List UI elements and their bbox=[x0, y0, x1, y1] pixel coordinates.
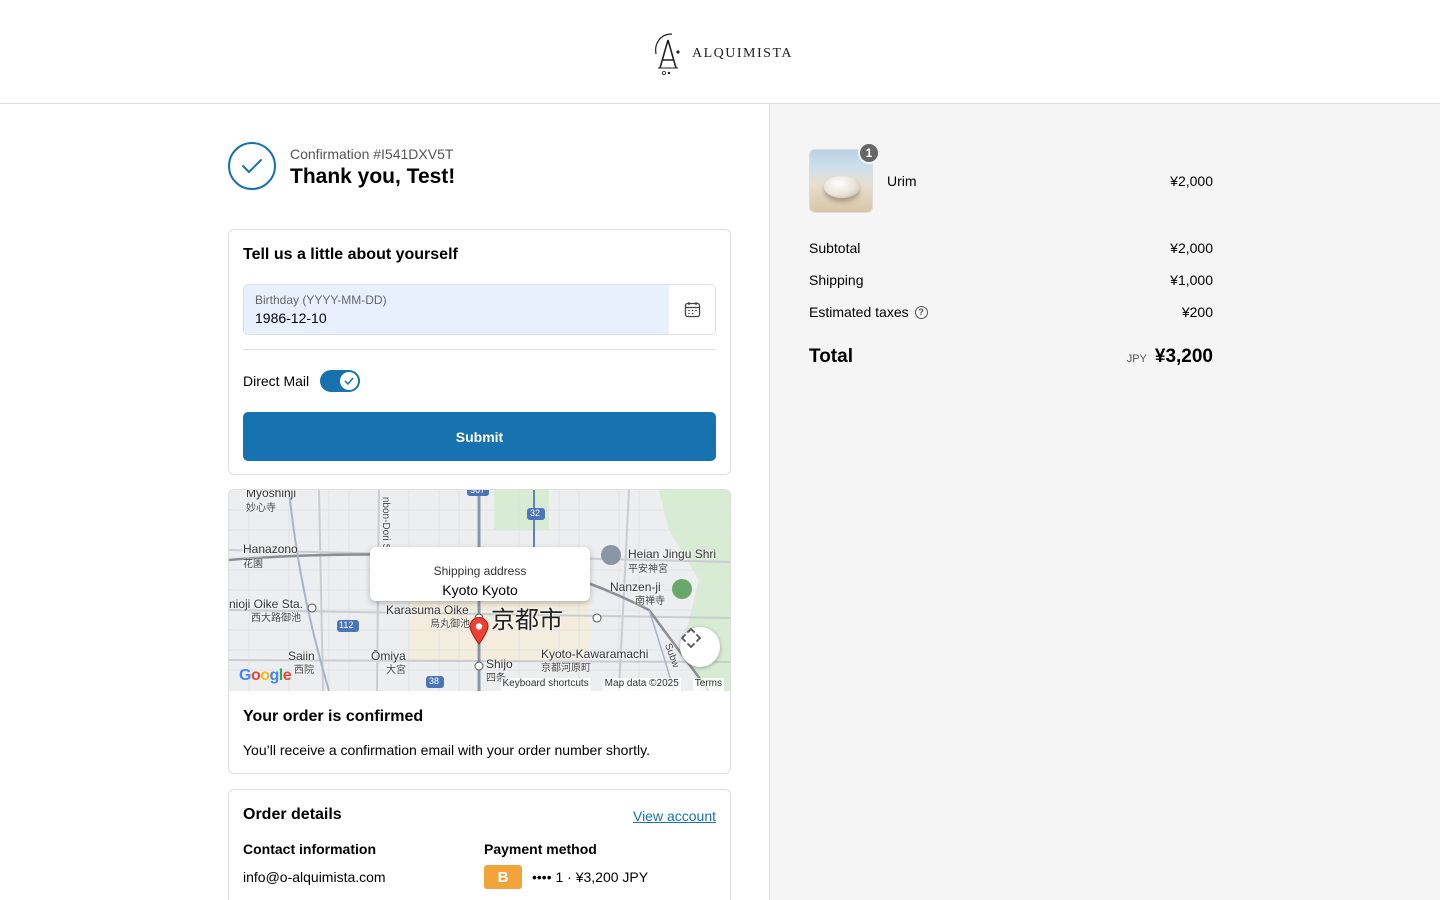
route-112: 112 bbox=[339, 620, 354, 630]
map-label-myoshinji-jp: 妙心寺 bbox=[246, 503, 276, 514]
map-label-heian-jp: 平安神宮 bbox=[628, 564, 668, 575]
route-32: 32 bbox=[530, 508, 541, 518]
order-confirmed-card: Myoshinji 妙心寺 Hanazono 花園 nioji Oike Sta… bbox=[228, 489, 731, 774]
order-confirmed-message: You’ll receive a confirmation email with… bbox=[243, 742, 650, 758]
map-label-kyoto-city: 京都市 bbox=[491, 607, 563, 634]
birthday-label: Birthday (YYYY-MM-DD) bbox=[255, 293, 387, 307]
order-summary: 1 Urim ¥2,000 Subtotal ¥2,000 Shipping ¥… bbox=[769, 104, 1440, 900]
map-data-text: Map data ©2025 bbox=[602, 678, 681, 691]
taxes-row: Estimated taxes ? ¥200 bbox=[809, 304, 1213, 320]
map-label-karasuma-jp: 烏丸御池 bbox=[430, 619, 470, 630]
terms-link[interactable]: Terms bbox=[692, 678, 724, 691]
site-header: ALQUIMISTA bbox=[0, 0, 1440, 104]
confirmation-number: Confirmation #I541DXV5T bbox=[290, 146, 454, 162]
route-367: 367 bbox=[470, 490, 486, 495]
quantity-badge: 1 bbox=[858, 142, 880, 164]
payment-brand-badge: B bbox=[484, 865, 522, 889]
brand-logo[interactable]: ALQUIMISTA bbox=[650, 30, 793, 76]
payment-details: •••• 1 · ¥3,200 JPY bbox=[532, 869, 649, 885]
map-label-nanzenji-jp: 南禅寺 bbox=[635, 596, 665, 607]
map-pin-icon[interactable] bbox=[469, 617, 489, 645]
order-details-card: Order details View account Contact infor… bbox=[228, 789, 731, 900]
divider bbox=[243, 349, 716, 350]
about-yourself-card: Tell us a little about yourself Birthday… bbox=[228, 229, 731, 475]
submit-button[interactable]: Submit bbox=[243, 412, 716, 461]
taxes-label: Estimated taxes bbox=[809, 304, 909, 320]
map-label-hanazono: Hanazono bbox=[243, 542, 298, 556]
direct-mail-toggle[interactable] bbox=[320, 370, 361, 392]
fullscreen-icon bbox=[681, 628, 701, 648]
popup-address: Kyoto Kyoto bbox=[442, 582, 518, 598]
toggle-check-icon bbox=[344, 377, 354, 385]
contact-email: info@o-alquimista.com bbox=[243, 869, 386, 885]
map-label-senbon: nbon-Dori S bbox=[380, 496, 392, 551]
order-details-title: Order details bbox=[243, 806, 342, 823]
order-confirmed-title: Your order is confirmed bbox=[243, 708, 424, 725]
product-price: ¥2,000 bbox=[1170, 173, 1213, 189]
map-label-hanazono-jp: 花園 bbox=[243, 559, 263, 570]
map-label-omiya-jp: 大宮 bbox=[386, 665, 406, 676]
map-label-saiin-jp: 西院 bbox=[294, 665, 314, 676]
birthday-input[interactable]: Birthday (YYYY-MM-DD) 1986-12-10 bbox=[244, 285, 669, 334]
subtotal-value: ¥2,000 bbox=[1170, 240, 1213, 256]
total-value: ¥3,200 bbox=[1154, 346, 1213, 367]
product-name: Urim bbox=[887, 173, 917, 189]
shipping-row: Shipping ¥1,000 bbox=[809, 272, 1213, 288]
map-label-kawaramachi-jp: 京都河原町 bbox=[541, 663, 591, 674]
calendar-button[interactable] bbox=[669, 285, 715, 334]
direct-mail-row: Direct Mail bbox=[243, 370, 361, 392]
subtotal-label: Subtotal bbox=[809, 240, 861, 256]
line-item: 1 Urim ¥2,000 bbox=[809, 142, 1213, 213]
subtotal-row: Subtotal ¥2,000 bbox=[809, 240, 1213, 256]
view-account-link[interactable]: View account bbox=[633, 808, 716, 824]
shipping-address-popup[interactable]: Shipping address Kyoto Kyoto bbox=[370, 547, 590, 601]
about-yourself-title: Tell us a little about yourself bbox=[243, 246, 458, 263]
total-label: Total bbox=[809, 346, 853, 367]
toggle-knob bbox=[340, 372, 359, 390]
direct-mail-label: Direct Mail bbox=[243, 373, 310, 389]
shipping-map[interactable]: Myoshinji 妙心寺 Hanazono 花園 nioji Oike Sta… bbox=[229, 490, 730, 691]
logo-icon bbox=[655, 33, 680, 76]
birthday-value[interactable]: 1986-12-10 bbox=[255, 310, 658, 326]
contact-heading: Contact information bbox=[243, 841, 376, 857]
help-icon[interactable]: ? bbox=[914, 305, 928, 319]
popup-title: Shipping address bbox=[433, 564, 527, 578]
brand-name: ALQUIMISTA bbox=[692, 46, 793, 61]
map-footer: Keyboard shortcuts Map data ©2025 Terms bbox=[229, 678, 730, 691]
keyboard-shortcuts-link[interactable]: Keyboard shortcuts bbox=[500, 678, 591, 691]
calendar-icon bbox=[684, 302, 700, 318]
total-currency: JPY bbox=[1126, 353, 1147, 365]
total-row: Total JPY ¥3,200 bbox=[809, 346, 1213, 368]
taxes-label-group: Estimated taxes ? bbox=[809, 304, 928, 320]
birthday-field[interactable]: Birthday (YYYY-MM-DD) 1986-12-10 bbox=[243, 284, 716, 335]
shipping-label: Shipping bbox=[809, 272, 864, 288]
payment-heading: Payment method bbox=[484, 841, 597, 857]
payment-row: B •••• 1 · ¥3,200 JPY bbox=[484, 865, 648, 889]
fullscreen-button[interactable] bbox=[680, 627, 720, 667]
pebble-image bbox=[824, 176, 860, 198]
taxes-value: ¥200 bbox=[1181, 304, 1213, 320]
map-label-heian: Heian Jingu Shri bbox=[628, 547, 717, 561]
total-value-group: JPY ¥3,200 bbox=[1127, 346, 1213, 368]
shipping-value: ¥1,000 bbox=[1170, 272, 1213, 288]
check-icon bbox=[228, 142, 276, 190]
map-label-nishioji-jp: 西大路御池 bbox=[251, 613, 301, 624]
thank-you-heading: Thank you, Test! bbox=[290, 165, 456, 188]
